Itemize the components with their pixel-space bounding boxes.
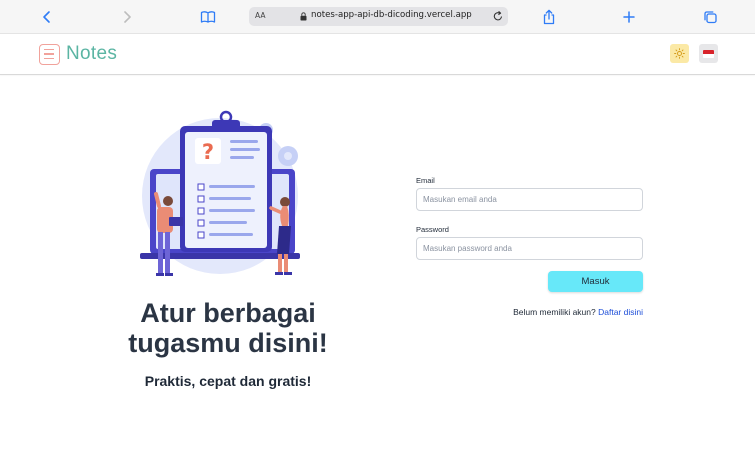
login-button[interactable]: Masuk	[548, 271, 643, 292]
lock-icon	[300, 12, 307, 24]
theme-toggle-button[interactable]	[670, 44, 689, 63]
password-field[interactable]	[416, 237, 643, 260]
register-prompt-row: Belum memiliki akun? Daftar disini	[513, 307, 643, 317]
reload-icon[interactable]	[492, 9, 504, 26]
address-bar[interactable]: AA notes-app-api-db-dicoding.vercel.app	[249, 7, 508, 26]
share-icon[interactable]	[538, 6, 560, 28]
sun-icon	[674, 48, 685, 59]
register-link[interactable]: Daftar disini	[598, 307, 643, 317]
bookmarks-icon[interactable]	[197, 6, 219, 28]
new-tab-icon[interactable]	[618, 6, 640, 28]
svg-text:?: ?	[202, 140, 214, 164]
browser-toolbar: AA notes-app-api-db-dicoding.vercel.app	[0, 0, 755, 34]
hero-title: Atur berbagai tugasmu disini!	[128, 298, 328, 358]
register-prompt-text: Belum memiliki akun?	[513, 307, 596, 317]
app-name: Notes	[66, 43, 118, 64]
hero-subtitle: Praktis, cepat dan gratis!	[144, 373, 312, 389]
email-label: Email	[416, 176, 435, 185]
text-size-button[interactable]: AA	[255, 11, 265, 20]
notes-logo-icon	[39, 43, 60, 65]
tabs-overview-icon[interactable]	[699, 6, 721, 28]
email-field[interactable]	[416, 188, 643, 211]
back-icon[interactable]	[36, 6, 58, 28]
app-logo[interactable]: Notes	[39, 43, 117, 65]
indonesia-flag-icon	[703, 49, 714, 58]
language-toggle-button[interactable]	[699, 44, 718, 63]
forward-icon[interactable]	[116, 6, 138, 28]
app-header: Notes	[0, 34, 755, 75]
url-text: notes-app-api-db-dicoding.vercel.app	[311, 10, 472, 20]
password-label: Password	[416, 225, 449, 234]
task-board-illustration: ?	[140, 110, 300, 276]
